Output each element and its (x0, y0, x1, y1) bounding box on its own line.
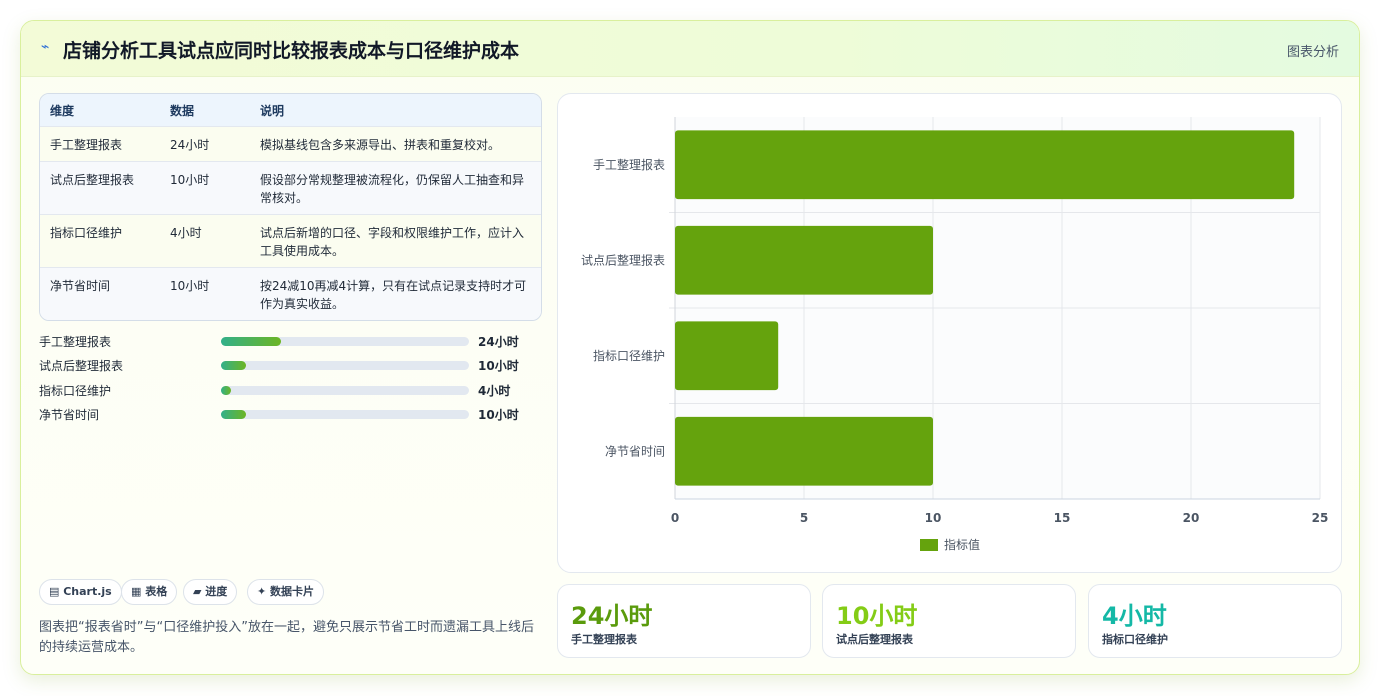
x-tick-label: 15 (1054, 511, 1071, 525)
table-cell: 手工整理报表 (50, 138, 123, 152)
progress-fill (221, 361, 246, 370)
chip-table[interactable]: ▦ 表格 (121, 579, 178, 605)
kpi-label: 手工整理报表 (571, 633, 637, 646)
progress-value: 10小时 (478, 408, 519, 422)
kpi-card: 10小时 试点后整理报表 (822, 584, 1076, 658)
lightning-icon: ⌁ (41, 39, 50, 55)
table-row: 净节省时间 10小时 按24减10再减4计算，只有在试点记录支持时才可作为真实收… (40, 268, 541, 320)
table-cell: 假设部分常规整理被流程化，仍保留人工抽查和异常核对。 (260, 173, 525, 205)
x-tick-label: 20 (1183, 511, 1200, 525)
table-row: 手工整理报表 24小时 模拟基线包含多来源导出、拼表和重复校对。 (40, 127, 541, 162)
x-tick-label: 10 (925, 511, 942, 525)
table-cell: 24小时 (170, 138, 210, 152)
column-header: 维度 (50, 104, 75, 118)
progress-fill (221, 386, 231, 395)
table-cell: 10小时 (170, 279, 210, 293)
table-cell: 试点后整理报表 (50, 173, 135, 187)
kpi-value: 24小时 (571, 602, 653, 630)
progress-track (221, 361, 469, 370)
progress-label: 试点后整理报表 (39, 359, 124, 373)
card-header: ⌁ 店铺分析工具试点应同时比较报表成本与口径维护成本 图表分析 (21, 21, 1359, 77)
progress-row: 手工整理报表 24小时 (39, 333, 519, 349)
table-cell: 模拟基线包含多来源导出、拼表和重复校对。 (260, 138, 501, 152)
kpi-label: 试点后整理报表 (836, 633, 913, 646)
progress-track (221, 386, 469, 395)
table-cell: 4小时 (170, 226, 202, 240)
y-tick-label: 手工整理报表 (593, 157, 665, 172)
x-tick-label: 25 (1312, 511, 1329, 525)
progress-track (221, 337, 469, 346)
progress-fill (221, 337, 281, 346)
table-row: 指标口径维护 4小时 试点后新增的口径、字段和权限维护工作，应计入工具使用成本。 (40, 215, 541, 268)
progress-value: 24小时 (478, 335, 519, 349)
page-title: 店铺分析工具试点应同时比较报表成本与口径维护成本 (63, 40, 520, 62)
progress-row: 净节省时间 10小时 (39, 406, 519, 422)
footnote: 图表把“报表省时”与“口径维护投入”放在一起，避免只展示节省工时而遗漏工具上线后… (39, 620, 534, 655)
data-table: 维度 数据 说明 手工整理报表 24小时 模拟基线包含多来源导出、拼表和重复校对… (39, 93, 542, 321)
table-cell: 指标口径维护 (50, 226, 123, 240)
kpi-card: 4小时 指标口径维护 (1088, 584, 1342, 658)
x-tick-label: 5 (800, 511, 808, 525)
bar (675, 416, 933, 486)
chip-chartjs[interactable]: ▤ Chart.js (39, 579, 122, 605)
progress-row: 试点后整理报表 10小时 (39, 357, 519, 373)
progress-value: 10小时 (478, 359, 519, 373)
report-card: ⌁ 店铺分析工具试点应同时比较报表成本与口径维护成本 图表分析 维度 数据 说明… (20, 20, 1360, 675)
progress-label: 净节省时间 (39, 408, 100, 422)
kpi-value: 4小时 (1102, 602, 1167, 630)
chart-analysis-tag: 图表分析 (1286, 45, 1339, 60)
column-header: 数据 (170, 104, 195, 118)
chart-panel: 0 5 10 15 20 25 手工整理报表试点后整理报表指标口径维护净节省时间指标值 (557, 93, 1342, 573)
x-tick-label: 0 (671, 511, 679, 525)
chip-progress[interactable]: ▰ 进度 (183, 579, 238, 605)
bar-chart: 0 5 10 15 20 25 手工整理报表试点后整理报表指标口径维护净节省时间指标值 (581, 117, 1329, 552)
legend-swatch (920, 539, 938, 551)
column-header: 说明 (260, 104, 285, 118)
progress-row: 指标口径维护 4小时 (39, 382, 519, 398)
table-header-row: 维度 数据 说明 (40, 94, 541, 127)
bar (675, 321, 779, 391)
chip-data-cards[interactable]: ✦ 数据卡片 (247, 579, 325, 605)
progress-label: 指标口径维护 (39, 384, 112, 398)
bar (675, 225, 933, 295)
progress-label: 手工整理报表 (39, 335, 112, 349)
table-cell: 净节省时间 (50, 279, 111, 293)
progress-track (221, 410, 469, 419)
legend-label: 指标值 (944, 537, 980, 552)
table-cell: 10小时 (170, 173, 210, 187)
bar (675, 130, 1295, 200)
y-tick-label: 试点后整理报表 (581, 252, 665, 267)
progress-value: 4小时 (478, 384, 511, 398)
table-cell: 试点后新增的口径、字段和权限维护工作，应计入工具使用成本。 (260, 226, 525, 258)
table-row: 试点后整理报表 10小时 假设部分常规整理被流程化，仍保留人工抽查和异常核对。 (40, 162, 541, 215)
kpi-label: 指标口径维护 (1102, 633, 1168, 646)
kpi-value: 10小时 (836, 602, 918, 630)
table-cell: 按24减10再减4计算，只有在试点记录支持时才可作为真实收益。 (260, 279, 527, 311)
kpi-card: 24小时 手工整理报表 (557, 584, 811, 658)
y-tick-label: 指标口径维护 (593, 348, 665, 363)
y-tick-label: 净节省时间 (605, 444, 665, 458)
progress-fill (221, 410, 246, 419)
